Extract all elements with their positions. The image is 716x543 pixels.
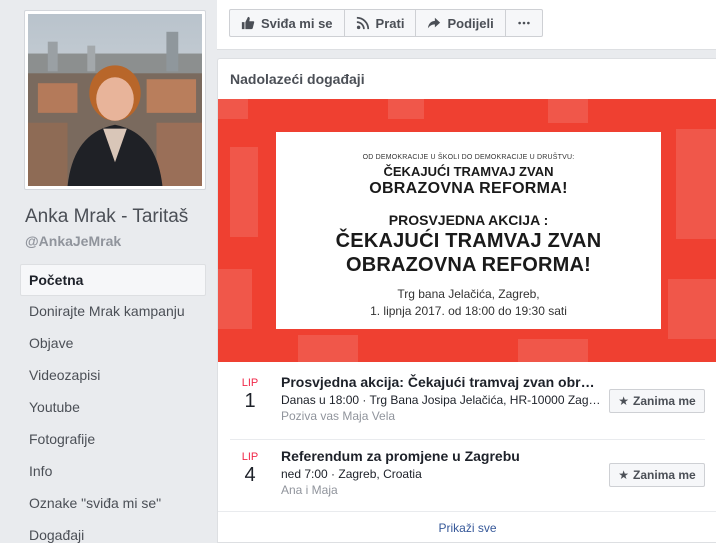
cover-stripe — [218, 269, 252, 329]
interested-button[interactable]: ★ Zanima me — [609, 463, 705, 487]
nav-item-info[interactable]: Info — [20, 456, 206, 488]
event-host: Ana i Maja — [281, 483, 338, 497]
page-action-bar: Sviđa mi se Prati Podijeli — [217, 0, 716, 50]
cover-stripe — [218, 99, 248, 119]
more-icon — [518, 21, 530, 25]
star-icon: ★ — [618, 394, 630, 408]
nav-item-oznake[interactable]: Oznake "sviđa mi se" — [20, 488, 206, 520]
interested-button-label: Zanima me — [633, 468, 696, 482]
poster-subtitle: OD DEMOKRACIJE U ŠKOLI DO DEMOKRACIJE U … — [362, 154, 575, 161]
profile-picture[interactable] — [24, 10, 206, 190]
share-button-label: Podijeli — [447, 15, 494, 31]
like-button-label: Sviđa mi se — [261, 15, 333, 31]
event-title-link[interactable]: Prosvjedna akcija: Čekajući tramvaj zvan… — [281, 374, 601, 390]
cover-stripe — [388, 99, 424, 119]
cover-stripe — [676, 129, 716, 239]
cover-stripe — [518, 339, 588, 362]
poster-line-2: OBRAZOVNA REFORMA! — [369, 180, 568, 197]
share-arrow-icon — [428, 17, 441, 29]
cover-stripe — [298, 335, 358, 362]
poster-location: Trg bana Jelačića, Zagreb, — [397, 287, 540, 301]
nav-item-fotografije[interactable]: Fotografije — [20, 424, 206, 456]
star-icon: ★ — [618, 468, 630, 482]
interested-button[interactable]: ★ Zanima me — [609, 389, 705, 413]
event-date-month: LIP — [241, 451, 259, 463]
poster-line-3: PROSVJEDNA AKCIJA : — [388, 212, 549, 228]
poster-line-4: ČEKAJUĆI TRAMVAJ ZVAN — [335, 230, 602, 252]
event-cover-image[interactable]: OD DEMOKRACIJE U ŠKOLI DO DEMOKRACIJE U … — [218, 99, 716, 362]
more-options-button[interactable] — [504, 9, 543, 37]
interested-button-label: Zanima me — [633, 394, 696, 408]
page-navigation: Početna Donirajte Mrak kampanju Objave V… — [20, 264, 206, 543]
divider — [218, 511, 716, 512]
share-button[interactable]: Podijeli — [415, 9, 506, 37]
page-title[interactable]: Anka Mrak - Taritaš — [25, 206, 188, 228]
event-poster: OD DEMOKRACIJE U ŠKOLI DO DEMOKRACIJE U … — [276, 132, 661, 329]
event-list-item: LIP 1 Prosvjedna akcija: Čekajući tramva… — [218, 369, 716, 440]
nav-item-pocetna[interactable]: Početna — [20, 264, 206, 296]
poster-line-5: OBRAZOVNA REFORMA! — [345, 254, 592, 276]
cover-stripe — [548, 99, 588, 123]
nav-item-videozapisi[interactable]: Videozapisi — [20, 360, 206, 392]
nav-item-youtube[interactable]: Youtube — [20, 392, 206, 424]
event-title-link[interactable]: Referendum za promjene u Zagrebu — [281, 448, 601, 464]
event-date-day: 1 — [244, 390, 256, 412]
nav-item-dogadaji[interactable]: Događaji — [20, 520, 206, 543]
events-section-title[interactable]: Nadolazeći događaji — [230, 71, 365, 87]
page-username[interactable]: @AnkaJeMrak — [25, 233, 121, 249]
like-button[interactable]: Sviđa mi se — [229, 9, 345, 37]
see-all-events-link[interactable]: Prikaži sve — [218, 521, 716, 535]
poster-line-1: ČEKAJUĆI TRAMVAJ ZVAN — [383, 164, 554, 179]
event-list-item: LIP 4 Referendum za promjene u Zagrebu n… — [218, 443, 716, 509]
page-sidebar: Anka Mrak - Taritaš @AnkaJeMrak Početna … — [0, 0, 217, 543]
poster-date: 1. lipnja 2017. od 18:00 do 19:30 sati — [370, 304, 567, 318]
follow-button-label: Prati — [375, 15, 405, 31]
rss-follow-icon — [356, 16, 369, 30]
follow-button[interactable]: Prati — [343, 9, 417, 37]
cover-stripe — [668, 279, 716, 339]
event-time-location: Danas u 18:00 · Trg Bana Josipa Jelačića… — [281, 393, 601, 407]
event-date-day: 4 — [244, 464, 256, 486]
upcoming-events-card: Nadolazeći događaji OD DEMOKRACIJE U ŠKO… — [217, 58, 716, 543]
profile-photo-image — [28, 14, 202, 186]
event-host: Poziva vas Maja Vela — [281, 409, 396, 423]
page-action-buttons: Sviđa mi se Prati Podijeli — [229, 9, 543, 37]
nav-item-objave[interactable]: Objave — [20, 328, 206, 360]
event-time-location: ned 7:00 · Zagreb, Croatia — [281, 467, 422, 481]
cover-stripe — [230, 147, 258, 237]
event-date-month: LIP — [241, 377, 259, 389]
thumbs-up-icon — [241, 16, 255, 30]
nav-item-donirajte[interactable]: Donirajte Mrak kampanju — [20, 296, 206, 328]
